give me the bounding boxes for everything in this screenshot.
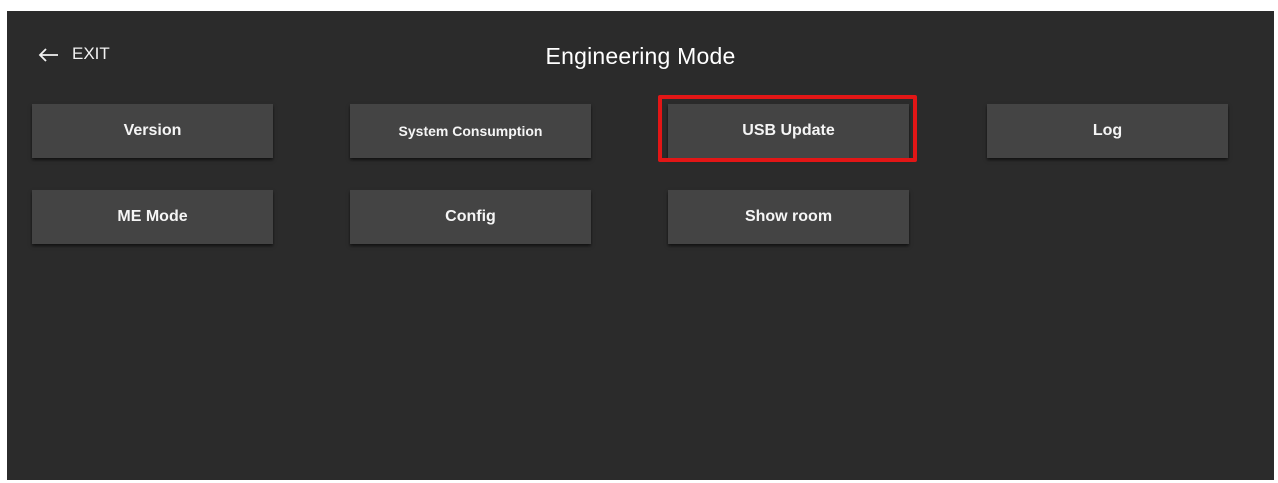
config-button[interactable]: Config [350, 190, 591, 244]
log-button[interactable]: Log [987, 104, 1228, 158]
version-button[interactable]: Version [32, 104, 273, 158]
engineering-mode-screen: EXIT Engineering Mode Version System Con… [7, 11, 1274, 480]
me-mode-button[interactable]: ME Mode [32, 190, 273, 244]
page-title: Engineering Mode [545, 43, 736, 69]
usb-update-button[interactable]: USB Update [668, 104, 909, 158]
show-room-button[interactable]: Show room [668, 190, 909, 244]
system-consumption-button[interactable]: System Consumption [350, 104, 591, 158]
